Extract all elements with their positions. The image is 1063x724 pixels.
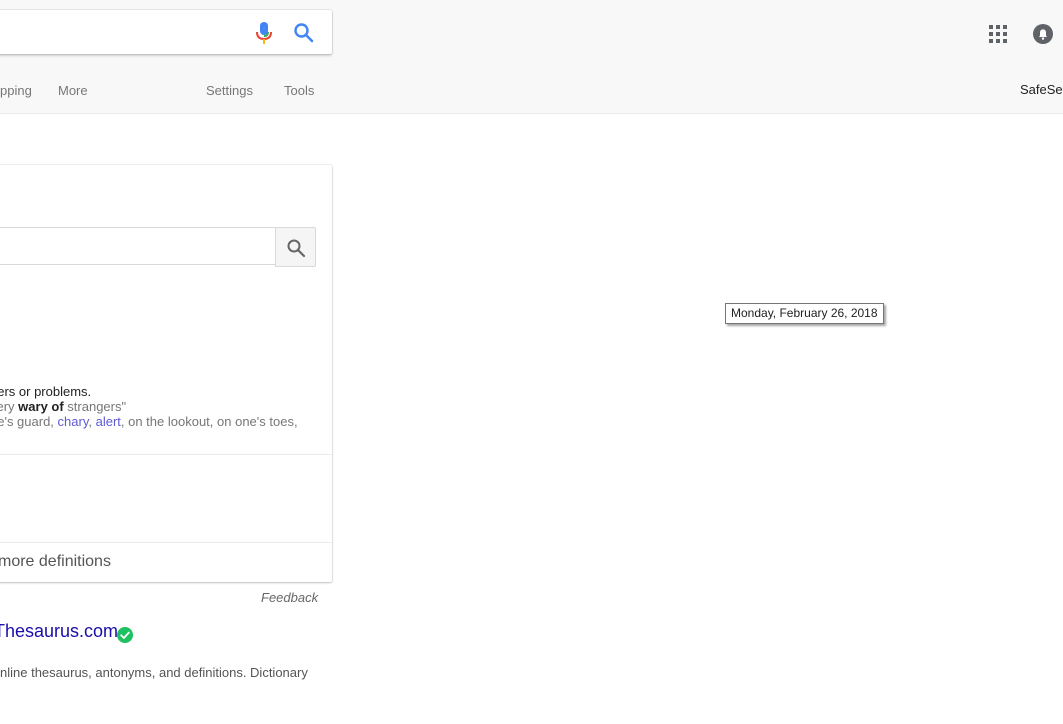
synonym-link-chary[interactable]: chary xyxy=(58,414,89,429)
synonyms-line: ne's guard, chary, alert, on the lookout… xyxy=(0,414,298,429)
date-tooltip: Monday, February 26, 2018 xyxy=(725,303,884,324)
definition-text: gers or problems. xyxy=(0,384,92,399)
definition-example: very wary of strangers" xyxy=(0,399,126,414)
search-icon xyxy=(287,239,306,258)
search-icon[interactable] xyxy=(293,22,315,44)
dictionary-search-button[interactable] xyxy=(275,227,316,267)
tab-more[interactable]: More xyxy=(58,83,88,98)
safesearch-label[interactable]: SafeSea xyxy=(1020,82,1063,97)
mic-icon[interactable] xyxy=(254,21,274,45)
synonyms-suffix: , on the lookout, on one's toes, xyxy=(120,414,298,429)
tab-shopping[interactable]: pping xyxy=(0,83,32,98)
card-divider xyxy=(0,542,332,543)
dictionary-card: gers or problems. very wary of strangers… xyxy=(0,165,332,582)
notifications-bell-icon[interactable] xyxy=(1033,24,1053,44)
example-suffix: strangers" xyxy=(63,399,127,414)
result-title-link[interactable]: Thesaurus.com xyxy=(0,621,118,642)
synonyms-prefix: ne's guard, xyxy=(0,414,54,429)
example-bold: wary of xyxy=(18,399,64,414)
top-header: pping More Settings Tools SafeSea xyxy=(0,0,1063,114)
more-definitions-link[interactable]: l more definitions xyxy=(0,553,111,571)
verified-check-icon xyxy=(117,627,133,643)
synonym-link-alert[interactable]: alert xyxy=(96,414,121,429)
dictionary-search-input[interactable] xyxy=(0,227,275,265)
search-box[interactable] xyxy=(0,10,332,54)
synonyms-separator: , xyxy=(88,414,96,429)
example-prefix: very xyxy=(0,399,15,414)
result-snippet: nline thesaurus, antonyms, and definitio… xyxy=(0,665,308,680)
tab-settings[interactable]: Settings xyxy=(206,83,253,98)
feedback-link[interactable]: Feedback xyxy=(261,590,318,605)
apps-grid-icon[interactable] xyxy=(989,25,1007,43)
card-divider xyxy=(0,454,332,455)
tab-tools[interactable]: Tools xyxy=(284,83,314,98)
